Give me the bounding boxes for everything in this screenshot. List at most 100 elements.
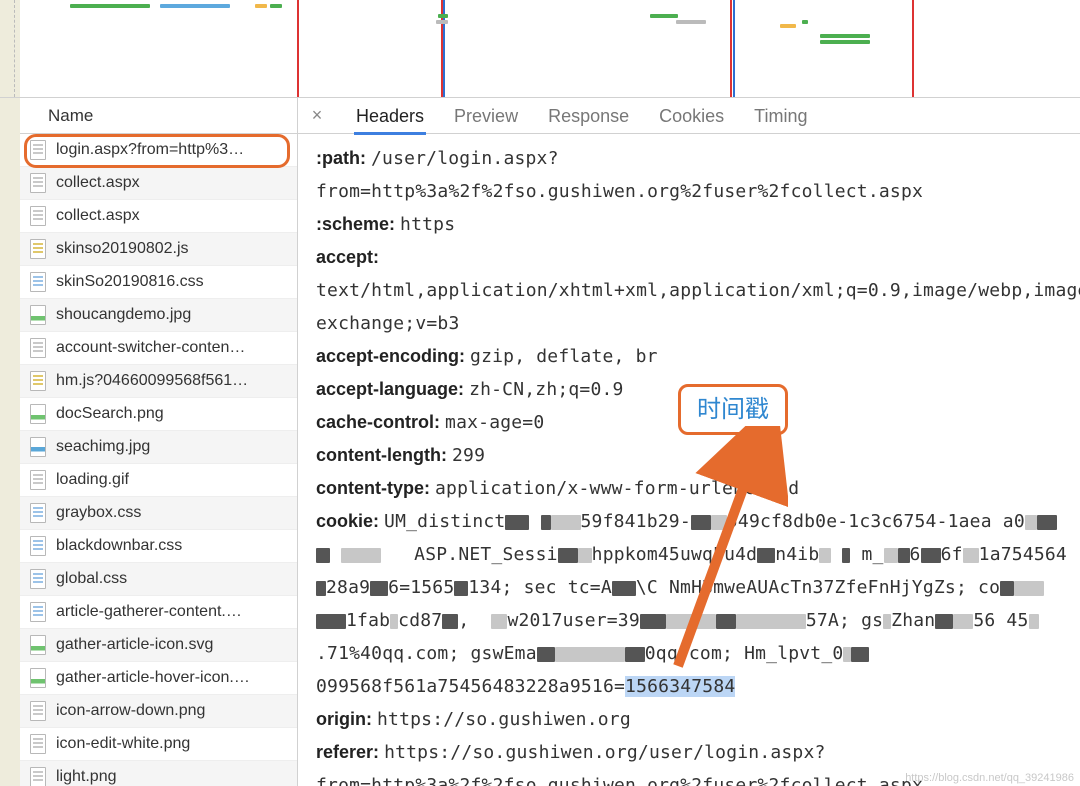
tab-response[interactable]: Response — [548, 98, 629, 134]
request-row[interactable]: collect.aspx — [20, 167, 297, 200]
header-val-referer: https://so.gushiwen.org/user/login.aspx?… — [316, 742, 923, 786]
request-name-label: gather-article-icon.svg — [56, 636, 213, 654]
file-icon — [30, 371, 46, 391]
close-icon[interactable]: × — [308, 105, 326, 126]
header-row-cookie: cookie: UM_distinct 59f841b29-549cf8db0e… — [316, 505, 1068, 703]
file-icon — [30, 338, 46, 358]
request-row[interactable]: seachimg.jpg — [20, 431, 297, 464]
tab-headers[interactable]: Headers — [356, 98, 424, 134]
header-key-referer: referer: — [316, 742, 379, 762]
tab-cookies[interactable]: Cookies — [659, 98, 724, 134]
file-icon — [30, 701, 46, 721]
header-key-cache-control: cache-control: — [316, 412, 440, 432]
file-icon — [30, 470, 46, 490]
request-name-label: seachimg.jpg — [56, 438, 150, 456]
request-row[interactable]: docSearch.png — [20, 398, 297, 431]
waterfall-bar — [270, 4, 282, 8]
request-name-label: global.css — [56, 570, 127, 588]
header-key-path: :path: — [316, 148, 366, 168]
request-details: × Headers Preview Response Cookies Timing :p… — [298, 98, 1080, 786]
waterfall-bar — [802, 20, 808, 24]
headers-panel[interactable]: :path: /user/login.aspx?from=http%3a%2f%… — [298, 134, 1080, 786]
header-val-content-type: application/x-www-form-urlencoded — [435, 478, 799, 499]
request-name-label: docSearch.png — [56, 405, 164, 423]
request-name-label: loading.gif — [56, 471, 129, 489]
waterfall-bar — [70, 4, 150, 8]
details-tabs: × Headers Preview Response Cookies Timing — [298, 98, 1080, 134]
request-row[interactable]: loading.gif — [20, 464, 297, 497]
request-name-label: collect.aspx — [56, 207, 140, 225]
request-row[interactable]: blackdownbar.css — [20, 530, 297, 563]
file-icon — [30, 173, 46, 193]
request-row[interactable]: shoucangdemo.jpg — [20, 299, 297, 332]
request-name-label: light.png — [56, 768, 117, 786]
waterfall-gutter — [0, 0, 20, 97]
header-val-cookie: UM_distinct 59f841b29-549cf8db0e-1c3c675… — [316, 511, 1067, 697]
request-name-label: icon-arrow-down.png — [56, 702, 205, 720]
request-row[interactable]: icon-arrow-down.png — [20, 695, 297, 728]
header-val-cache-control: max-age=0 — [445, 412, 544, 433]
header-val-accept-encoding: gzip, deflate, br — [470, 346, 658, 367]
request-row[interactable]: login.aspx?from=http%3… — [20, 134, 297, 167]
request-name-label: gather-article-hover-icon.… — [56, 669, 250, 687]
request-name-label: skinso20190802.js — [56, 240, 189, 258]
file-icon — [30, 140, 46, 160]
header-val-accept: text/html,application/xhtml+xml,applicat… — [316, 280, 1080, 334]
waterfall-bar — [160, 4, 230, 8]
request-name-column: Name login.aspx?from=http%3… collect.aspx… — [0, 98, 298, 786]
request-row[interactable]: global.css — [20, 563, 297, 596]
name-column-header[interactable]: Name — [20, 98, 297, 134]
file-icon — [30, 305, 46, 325]
request-name-label: skinSo20190816.css — [56, 273, 204, 291]
request-name-label: icon-edit-white.png — [56, 735, 190, 753]
waterfall-redline — [912, 0, 914, 97]
request-list[interactable]: login.aspx?from=http%3… collect.aspx colle… — [20, 134, 297, 786]
request-name-label: shoucangdemo.jpg — [56, 306, 191, 324]
waterfall-bar — [820, 40, 870, 44]
waterfall-bar — [820, 34, 870, 38]
header-key-content-type: content-type: — [316, 478, 430, 498]
file-icon — [30, 536, 46, 556]
network-waterfall[interactable] — [0, 0, 1080, 98]
request-name-label: collect.aspx — [56, 174, 140, 192]
header-val-content-length: 299 — [452, 445, 485, 466]
file-icon — [30, 635, 46, 655]
request-row[interactable]: skinso20190802.js — [20, 233, 297, 266]
waterfall-bar — [650, 14, 678, 18]
request-row[interactable]: gather-article-icon.svg — [20, 629, 297, 662]
waterfall-redline — [730, 0, 732, 97]
watermark-text: https://blog.csdn.net/qq_39241986 — [905, 772, 1074, 784]
header-key-accept: accept: — [316, 247, 379, 267]
file-icon — [30, 404, 46, 424]
file-icon — [30, 272, 46, 292]
file-icon — [30, 734, 46, 754]
request-name-label: account-switcher-conten… — [56, 339, 245, 357]
tab-timing[interactable]: Timing — [754, 98, 807, 134]
file-icon — [30, 602, 46, 622]
request-row[interactable]: hm.js?04660099568f561… — [20, 365, 297, 398]
request-row[interactable]: account-switcher-conten… — [20, 332, 297, 365]
header-key-accept-encoding: accept-encoding: — [316, 346, 465, 366]
request-name-label: blackdownbar.css — [56, 537, 182, 555]
header-val-scheme: https — [400, 214, 455, 235]
waterfall-bar — [780, 24, 796, 28]
file-icon — [30, 767, 46, 786]
tab-preview[interactable]: Preview — [454, 98, 518, 134]
request-row[interactable]: gather-article-hover-icon.… — [20, 662, 297, 695]
request-row[interactable]: article-gatherer-content.… — [20, 596, 297, 629]
request-row[interactable]: light.png — [20, 761, 297, 786]
header-key-cookie: cookie: — [316, 511, 379, 531]
file-icon — [30, 206, 46, 226]
request-name-label: graybox.css — [56, 504, 141, 522]
waterfall-bar — [436, 20, 448, 24]
file-icon — [30, 437, 46, 457]
waterfall-blueline — [733, 0, 735, 97]
request-row[interactable]: collect.aspx — [20, 200, 297, 233]
request-row[interactable]: icon-edit-white.png — [20, 728, 297, 761]
waterfall-redline — [297, 0, 299, 97]
file-icon — [30, 503, 46, 523]
header-key-origin: origin: — [316, 709, 372, 729]
request-row[interactable]: graybox.css — [20, 497, 297, 530]
request-row[interactable]: skinSo20190816.css — [20, 266, 297, 299]
waterfall-bar — [676, 20, 706, 24]
